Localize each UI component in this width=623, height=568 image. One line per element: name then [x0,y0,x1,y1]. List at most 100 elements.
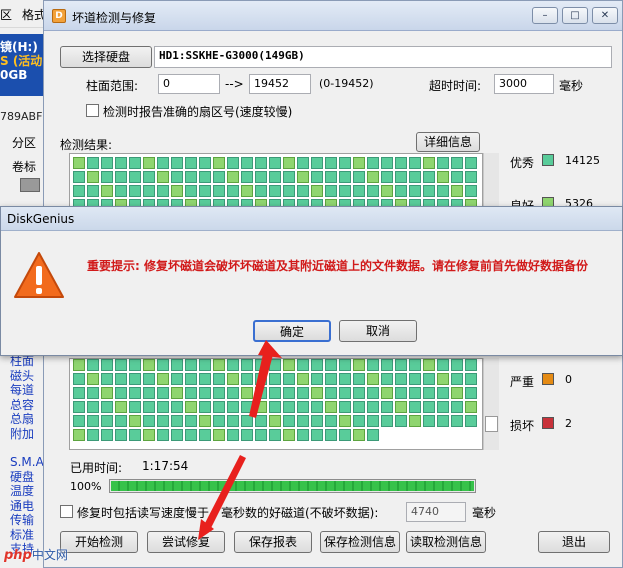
cylinder-from-input[interactable]: 0 [158,74,220,94]
sector-cell [353,401,365,413]
sector-map-scrollbar[interactable] [483,153,499,213]
sector-cell [353,429,365,441]
sector-cell [325,157,337,169]
sector-map-scrollbar-lower[interactable] [483,358,499,450]
try-repair-button[interactable]: 尝试修复 [147,531,225,553]
sector-cell [269,373,281,385]
sector-cell [157,401,169,413]
message-box-titlebar[interactable]: DiskGenius [1,207,622,231]
sector-cell [143,185,155,197]
sector-cell [213,185,225,197]
disk-info-field: HD1:SSKHE-G3000(149GB) [154,46,612,68]
background-disk-panel[interactable]: 镜(H:) S (活动) 0GB [0,34,44,96]
sector-cell [283,415,295,427]
sector-cell [101,157,113,169]
sector-cell [381,373,393,385]
sector-cell [227,185,239,197]
sector-cell [311,359,323,371]
sector-cell [283,157,295,169]
progress-bar [109,479,476,493]
drive-icon [20,178,40,192]
sector-cell [353,171,365,183]
close-button[interactable]: ✕ [592,7,618,24]
timeout-input[interactable]: 3000 [494,74,554,94]
sector-cell [283,387,295,399]
load-detection-info-button[interactable]: 读取检测信息 [406,531,486,553]
sector-cell [367,359,379,371]
repair-slow-checkbox[interactable] [60,505,73,518]
sector-cell [423,157,435,169]
sector-cell [381,171,393,183]
sector-cell [451,157,463,169]
sector-cell [423,185,435,197]
diskgenius-icon: D [52,9,66,23]
sector-cell [367,373,379,385]
sector-cell [143,387,155,399]
sector-cell [213,171,225,183]
sector-cell [115,157,127,169]
sector-cell [325,373,337,385]
sector-cell [339,185,351,197]
sector-cell [87,157,99,169]
sector-cell [157,415,169,427]
start-detection-button[interactable]: 开始检测 [60,531,138,553]
legend-damaged-count: 2 [565,417,572,430]
save-detection-info-button[interactable]: 保存检测信息 [320,531,400,553]
sector-cell [367,429,379,441]
sector-cell [185,387,197,399]
sector-cell [255,429,267,441]
sector-cell [395,359,407,371]
sector-cell [465,185,477,197]
scrollbar-thumb[interactable] [485,416,498,432]
sector-cell [115,387,127,399]
sector-cell [227,401,239,413]
sector-cell [213,415,225,427]
sector-cell [465,157,477,169]
exit-button[interactable]: 退出 [538,531,610,553]
dialog-titlebar[interactable]: D 坏道检测与修复 – □ ✕ [44,1,622,31]
sector-cell [73,415,85,427]
sector-cell [297,401,309,413]
sector-cell [423,415,435,427]
background-label-header: 卷标 [12,160,37,174]
sector-cell [171,171,183,183]
background-menu-item[interactable]: 区 [0,6,12,23]
sector-cell [395,171,407,183]
sector-cell [311,401,323,413]
sector-cell [465,415,477,427]
sector-cell [241,359,253,371]
ok-button[interactable]: 确定 [253,320,331,342]
info-line: 硬盘 [10,469,35,484]
sector-cell [171,429,183,441]
background-tab-partition[interactable]: 分区 [12,134,36,151]
legend-damaged-label: 损坏 [510,419,535,433]
sector-cell [129,387,141,399]
sector-cell [409,401,421,413]
drive-status: S (活动) [0,54,44,68]
drive-label: 镜(H:) [0,40,38,54]
sector-cell [241,373,253,385]
sector-cell [255,373,267,385]
maximize-button[interactable]: □ [562,7,588,24]
legend-severe-label: 严重 [510,375,535,389]
sector-cell [129,429,141,441]
report-sector-checkbox[interactable] [86,104,99,117]
sector-cell [311,171,323,183]
save-report-button[interactable]: 保存报表 [234,531,312,553]
repair-ms-input[interactable]: 4740 [406,502,466,522]
sector-cell [87,415,99,427]
report-sector-label: 检测时报告准确的扇区号(速度较慢) [103,105,293,119]
sector-cell [451,387,463,399]
cylinder-to-input[interactable]: 19452 [249,74,311,94]
sector-cell [73,171,85,183]
sector-cell [339,415,351,427]
minimize-button[interactable]: – [532,7,558,24]
progress-percent: 100% [70,480,102,493]
cancel-button[interactable]: 取消 [339,320,417,342]
sector-cell [255,359,267,371]
select-disk-button[interactable]: 选择硬盘 [60,46,152,68]
detail-info-button[interactable]: 详细信息 [416,132,480,152]
sector-cell [353,185,365,197]
watermark-text: 中文网 [31,548,68,562]
sector-cell [311,415,323,427]
